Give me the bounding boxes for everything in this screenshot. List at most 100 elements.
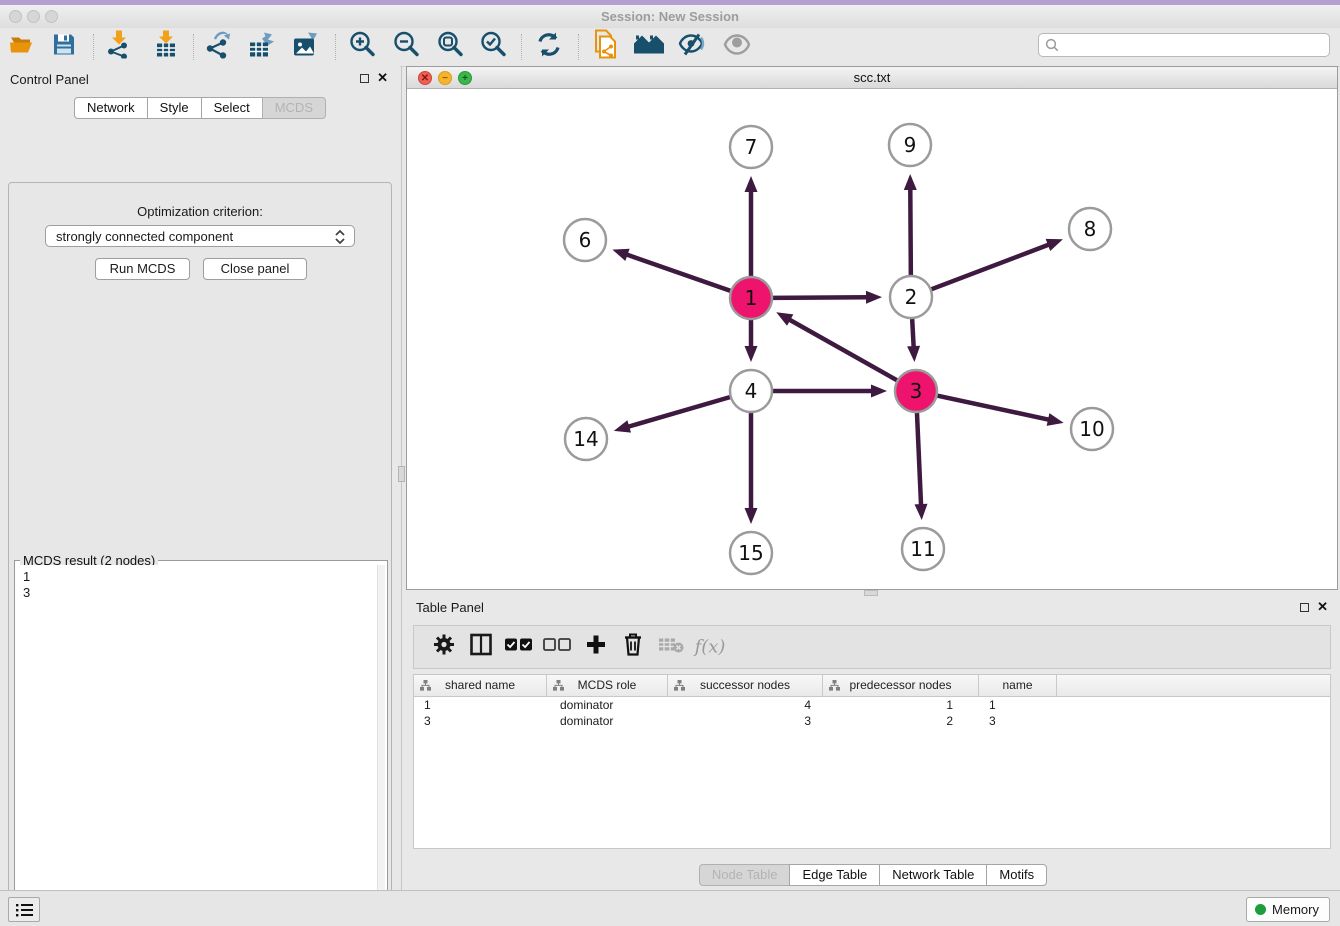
- tab-select[interactable]: Select: [201, 97, 263, 119]
- edge-1-2[interactable]: [773, 297, 868, 298]
- arrowhead-1-6: [612, 249, 629, 261]
- node-label-4: 4: [745, 379, 758, 403]
- table-settings-icon[interactable]: [433, 634, 455, 661]
- edge-4-14[interactable]: [627, 397, 730, 427]
- import-table-icon[interactable]: [154, 31, 178, 64]
- tab-network[interactable]: Network: [74, 97, 148, 119]
- node-label-6: 6: [579, 228, 592, 252]
- add-column-icon[interactable]: [585, 634, 607, 661]
- table-row[interactable]: 1dominator411: [414, 697, 1330, 713]
- edge-3-1[interactable]: [788, 319, 896, 380]
- column-header-MCDS-role[interactable]: MCDS role: [547, 675, 668, 696]
- cell-shared-name[interactable]: 1: [414, 697, 547, 713]
- cell-successor-nodes[interactable]: 3: [668, 713, 823, 729]
- show-columns-icon[interactable]: [470, 634, 492, 661]
- zoom-selected-icon[interactable]: [479, 31, 507, 64]
- search-icon: [1045, 38, 1059, 52]
- tab-network-table[interactable]: Network Table: [879, 864, 987, 886]
- node-label-9: 9: [904, 133, 917, 157]
- vertical-splitter-handle[interactable]: [398, 466, 405, 482]
- mcds-result-list[interactable]: 1 3: [17, 565, 377, 926]
- edge-1-6[interactable]: [626, 254, 731, 291]
- arrowhead-4-15: [745, 508, 758, 524]
- tab-mcds[interactable]: MCDS: [262, 97, 326, 119]
- hide-graphics-details-icon[interactable]: [677, 32, 707, 63]
- node-label-2: 2: [905, 285, 918, 309]
- tab-node-table[interactable]: Node Table: [699, 864, 791, 886]
- zoom-out-icon[interactable]: [392, 31, 420, 64]
- network-canvas[interactable]: 7968124314101511: [407, 89, 1337, 589]
- edge-3-10[interactable]: [938, 396, 1050, 420]
- search-box[interactable]: [1038, 33, 1330, 57]
- close-panel-button[interactable]: Close panel: [203, 258, 307, 280]
- list-icon: [16, 903, 34, 917]
- export-table-icon[interactable]: [248, 31, 276, 64]
- export-image-icon[interactable]: [292, 31, 320, 64]
- mcds-panel: Optimization criterion: strongly connect…: [8, 182, 392, 926]
- optimization-label: Optimization criterion:: [9, 204, 391, 219]
- run-mcds-button[interactable]: Run MCDS: [95, 258, 190, 280]
- table-tabs: Node TableEdge TableNetwork TableMotifs: [406, 864, 1340, 886]
- arrowhead-1-2: [866, 291, 882, 304]
- close-table-panel-icon[interactable]: ✕: [1317, 602, 1328, 612]
- open-session-icon[interactable]: [8, 33, 36, 62]
- table-toolbar: f(x): [413, 625, 1331, 669]
- zoom-in-icon[interactable]: [348, 31, 376, 64]
- cell-name[interactable]: 1: [979, 697, 1057, 713]
- arrowhead-2-3: [907, 346, 920, 362]
- toolbar-separator: [193, 34, 194, 60]
- node-table[interactable]: shared nameMCDS rolesuccessor nodesprede…: [413, 674, 1331, 849]
- column-header-shared-name[interactable]: shared name: [414, 675, 547, 696]
- network-graph[interactable]: 7968124314101511: [407, 89, 1337, 589]
- column-header-successor-nodes[interactable]: successor nodes: [668, 675, 823, 696]
- cell-MCDS-role[interactable]: dominator: [547, 697, 668, 713]
- table-row[interactable]: 3dominator323: [414, 713, 1330, 729]
- float-panel-icon[interactable]: [360, 74, 369, 83]
- column-header-predecessor-nodes[interactable]: predecessor nodes: [823, 675, 979, 696]
- cell-predecessor-nodes[interactable]: 1: [823, 697, 979, 713]
- task-history-button[interactable]: [8, 897, 40, 922]
- tab-motifs[interactable]: Motifs: [986, 864, 1047, 886]
- table-panel-title: Table Panel: [416, 600, 484, 615]
- optimization-select[interactable]: strongly connected component: [45, 225, 355, 247]
- network-window-titlebar[interactable]: ✕ − + scc.txt: [407, 67, 1337, 89]
- cell-predecessor-nodes[interactable]: 2: [823, 713, 979, 729]
- home-icon[interactable]: [633, 34, 665, 61]
- zoom-fit-icon[interactable]: [436, 31, 464, 64]
- select-all-icon[interactable]: [505, 638, 533, 657]
- edge-2-8[interactable]: [932, 244, 1050, 289]
- search-input[interactable]: [1063, 35, 1325, 55]
- column-header-name[interactable]: name: [979, 675, 1057, 696]
- edge-3-11[interactable]: [917, 413, 921, 506]
- show-graphics-details-icon: [722, 34, 752, 61]
- clone-network-icon[interactable]: [592, 30, 618, 65]
- edge-2-3[interactable]: [912, 319, 914, 348]
- float-table-panel-icon[interactable]: [1300, 603, 1309, 612]
- cell-name[interactable]: 3: [979, 713, 1057, 729]
- node-label-8: 8: [1084, 217, 1097, 241]
- cell-successor-nodes[interactable]: 4: [668, 697, 823, 713]
- export-network-icon[interactable]: [204, 31, 232, 64]
- import-network-icon[interactable]: [105, 31, 131, 64]
- memory-button[interactable]: Memory: [1246, 897, 1330, 922]
- edge-2-9[interactable]: [910, 188, 911, 275]
- control-panel-tabs: NetworkStyleSelectMCDS: [0, 97, 400, 119]
- cell-MCDS-role[interactable]: dominator: [547, 713, 668, 729]
- arrowhead-1-4: [745, 346, 758, 362]
- close-panel-icon[interactable]: ✕: [377, 73, 388, 83]
- result-scrollbar[interactable]: [377, 565, 385, 926]
- apply-layout-icon[interactable]: [536, 32, 562, 63]
- delete-column-icon[interactable]: [623, 633, 643, 662]
- tab-edge-table[interactable]: Edge Table: [789, 864, 880, 886]
- cell-shared-name[interactable]: 3: [414, 713, 547, 729]
- arrowhead-1-7: [745, 176, 758, 192]
- arrowhead-3-10: [1047, 413, 1064, 426]
- network-title: scc.txt: [407, 70, 1337, 85]
- arrowhead-3-11: [915, 504, 928, 520]
- mcds-result-group: MCDS result (2 nodes) 1 3: [14, 560, 388, 926]
- save-session-icon[interactable]: [52, 33, 76, 62]
- tab-style[interactable]: Style: [147, 97, 202, 119]
- arrowhead-4-3: [871, 385, 887, 398]
- deselect-all-icon[interactable]: [543, 638, 571, 657]
- arrowhead-2-9: [904, 174, 917, 190]
